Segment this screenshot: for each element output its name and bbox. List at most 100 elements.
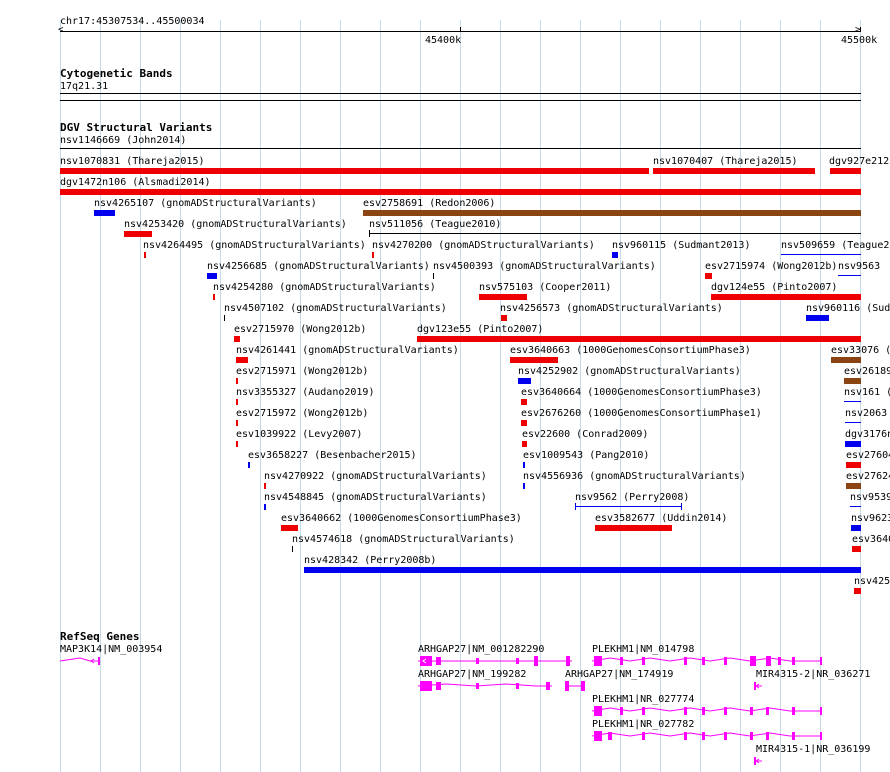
variant-bar[interactable] <box>224 315 225 321</box>
variant-label[interactable]: nsv960116 (Sud <box>806 303 890 314</box>
variant-label[interactable]: nsv3355327 (Audano2019) <box>236 387 374 398</box>
variant-label[interactable]: nsv960115 (Sudmant2013) <box>612 240 750 251</box>
variant-label[interactable]: nsv4256685 (gnomADStructuralVariants) <box>207 261 430 272</box>
gene-label[interactable]: MIR4315-2|NR_036271 <box>756 669 870 680</box>
variant-bar[interactable] <box>523 462 525 468</box>
variant-bar[interactable] <box>264 483 266 489</box>
variant-bar[interactable] <box>851 525 861 531</box>
variant-bar[interactable] <box>479 294 527 300</box>
variant-bar[interactable] <box>854 588 861 594</box>
variant-label[interactable]: nsv9563 <box>838 261 880 272</box>
variant-bar[interactable] <box>612 252 618 258</box>
variant-bar[interactable] <box>705 273 712 279</box>
variant-label[interactable]: nsv511056 (Teague2010) <box>369 219 501 230</box>
variant-label[interactable]: esv3640 <box>852 534 890 545</box>
variant-label[interactable]: esv1009543 (Pang2010) <box>523 450 649 461</box>
variant-bar[interactable] <box>844 401 861 402</box>
variant-label[interactable]: esv2758691 (Redon2006) <box>363 198 495 209</box>
variant-bar[interactable] <box>236 420 238 426</box>
variant-label[interactable]: nsv4500393 (gnomADStructuralVariants) <box>433 261 656 272</box>
variant-bar[interactable] <box>844 378 861 384</box>
variant-label[interactable]: esv3640663 (1000GenomesConsortiumPhase3) <box>510 345 751 356</box>
variant-bar[interactable] <box>711 294 861 300</box>
variant-label[interactable]: nsv509659 (Teague2 <box>781 240 889 251</box>
variant-label[interactable]: nsv4265107 (gnomADStructuralVariants) <box>94 198 317 209</box>
gene-model[interactable] <box>416 654 576 668</box>
variant-label[interactable]: nsv4548845 (gnomADStructuralVariants) <box>264 492 487 503</box>
variant-bar[interactable] <box>94 210 115 216</box>
variant-bar[interactable] <box>806 315 829 321</box>
variant-label[interactable]: nsv4507102 (gnomADStructuralVariants) <box>224 303 447 314</box>
variant-label[interactable]: esv26189 <box>844 366 890 377</box>
variant-label[interactable]: nsv161 ( <box>844 387 890 398</box>
gene-model[interactable] <box>416 679 556 693</box>
variant-bar[interactable] <box>518 378 531 384</box>
variant-label[interactable]: dgv124e55 (Pinto2007) <box>711 282 837 293</box>
variant-bar[interactable] <box>60 148 861 149</box>
variant-label[interactable]: esv2676260 (1000GenomesConsortiumPhase1) <box>521 408 762 419</box>
variant-label[interactable]: esv2715974 (Wong2012b) <box>705 261 837 272</box>
variant-bar[interactable] <box>433 273 434 279</box>
gene-model[interactable] <box>590 704 826 718</box>
gene-model[interactable] <box>563 679 587 693</box>
variant-label[interactable]: esv3640664 (1000GenomesConsortiumPhase3) <box>521 387 762 398</box>
variant-bar[interactable] <box>830 168 861 174</box>
variant-label[interactable]: dgv3176n <box>845 429 890 440</box>
variant-label[interactable]: esv1039922 (Levy2007) <box>236 429 362 440</box>
variant-label[interactable]: nsv1070407 (Thareja2015) <box>653 156 798 167</box>
variant-label[interactable]: esv3640662 (1000GenomesConsortiumPhase3) <box>281 513 522 524</box>
gene-model[interactable] <box>58 654 106 668</box>
variant-label[interactable]: nsv4264495 (gnomADStructuralVariants) <box>143 240 366 251</box>
variant-label[interactable]: nsv4253420 (gnomADStructuralVariants) <box>124 219 347 230</box>
variant-label[interactable]: esv27624 <box>846 471 890 482</box>
variant-label[interactable]: esv33076 ( <box>831 345 890 356</box>
variant-label[interactable]: nsv4574618 (gnomADStructuralVariants) <box>292 534 515 545</box>
variant-bar[interactable] <box>234 336 240 342</box>
variant-bar[interactable] <box>372 252 374 258</box>
variant-label[interactable]: nsv428342 (Perry2008b) <box>304 555 436 566</box>
gene-model[interactable] <box>590 654 826 668</box>
variant-bar[interactable] <box>60 168 649 174</box>
variant-label[interactable]: nsv9562 (Perry2008) <box>575 492 689 503</box>
variant-label[interactable]: nsv9623 <box>851 513 890 524</box>
variant-bar[interactable] <box>264 504 266 510</box>
variant-bar[interactable] <box>144 252 146 258</box>
variant-label[interactable]: nsv4254280 (gnomADStructuralVariants) <box>213 282 436 293</box>
variant-label[interactable]: nsv425 <box>854 576 890 587</box>
variant-bar[interactable] <box>501 315 507 321</box>
variant-bar[interactable] <box>846 462 861 468</box>
variant-bar[interactable] <box>124 231 152 237</box>
variant-bar[interactable] <box>653 168 815 174</box>
variant-label[interactable]: nsv1146669 (John2014) <box>60 135 186 146</box>
gene-label[interactable]: MIR4315-1|NR_036199 <box>756 744 870 755</box>
variant-label[interactable]: nsv575103 (Cooper2011) <box>479 282 611 293</box>
variant-label[interactable]: nsv4261441 (gnomADStructuralVariants) <box>236 345 459 356</box>
variant-label[interactable]: esv2715971 (Wong2012b) <box>236 366 368 377</box>
variant-bar[interactable] <box>363 210 861 216</box>
variant-bar[interactable] <box>369 233 861 234</box>
variant-label[interactable]: dgv927e212 <box>829 156 889 167</box>
variant-bar[interactable] <box>846 483 861 489</box>
variant-bar[interactable] <box>417 336 861 342</box>
variant-bar[interactable] <box>850 506 861 507</box>
variant-bar[interactable] <box>523 483 525 489</box>
variant-label[interactable]: nsv4270200 (gnomADStructuralVariants) <box>372 240 595 251</box>
variant-label[interactable]: nsv4252902 (gnomADStructuralVariants) <box>518 366 741 377</box>
gene-model[interactable] <box>752 679 766 693</box>
variant-bar[interactable] <box>575 506 682 507</box>
variant-bar[interactable] <box>281 525 298 531</box>
variant-bar[interactable] <box>845 441 861 447</box>
variant-label[interactable]: esv3582677 (Uddin2014) <box>595 513 727 524</box>
variant-label[interactable]: nsv4256573 (gnomADStructuralVariants) <box>500 303 723 314</box>
variant-label[interactable]: nsv1070831 (Thareja2015) <box>60 156 205 167</box>
variant-bar[interactable] <box>831 357 861 363</box>
variant-bar[interactable] <box>248 462 250 468</box>
variant-label[interactable]: esv2715972 (Wong2012b) <box>236 408 368 419</box>
variant-label[interactable]: nsv9539 <box>850 492 890 503</box>
variant-bar[interactable] <box>236 357 248 363</box>
variant-label[interactable]: esv3658227 (Besenbacher2015) <box>248 450 417 461</box>
variant-label[interactable]: dgv123e55 (Pinto2007) <box>417 324 543 335</box>
gene-model[interactable] <box>590 729 826 743</box>
variant-label[interactable]: nsv4556936 (gnomADStructuralVariants) <box>523 471 746 482</box>
variant-bar[interactable] <box>304 567 861 573</box>
